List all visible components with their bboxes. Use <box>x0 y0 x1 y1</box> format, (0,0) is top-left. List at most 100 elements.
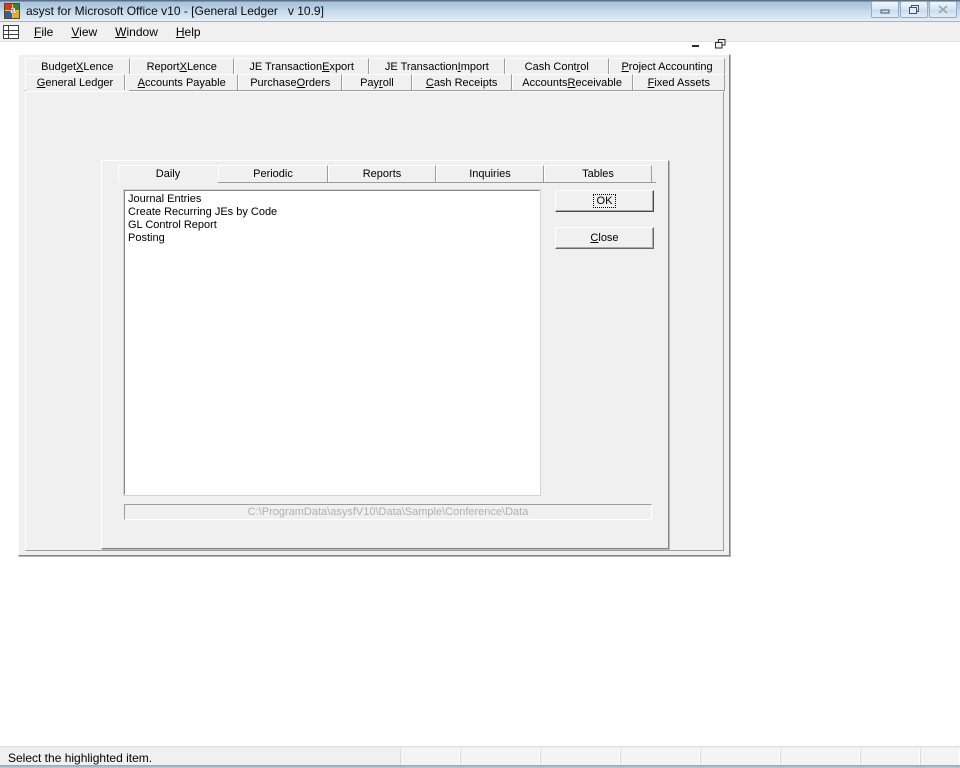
ok-button[interactable]: OK <box>555 190 654 212</box>
menu-help-acc: H <box>175 24 185 39</box>
data-path-field: C:\ProgramData\asysfV10\Data\Sample\Conf… <box>124 504 652 520</box>
close-button[interactable] <box>929 1 957 18</box>
tab-je-export-post: xport <box>329 60 354 73</box>
grid-icon[interactable] <box>3 24 19 39</box>
tab-cash-control-pre: Cash Cont <box>524 60 577 73</box>
status-bar: Select the highlighted item. <box>0 746 960 768</box>
close-dialog-button[interactable]: Close <box>555 227 654 249</box>
tab-report-xlence-acc: X <box>179 60 187 73</box>
tab-accounts-payable[interactable]: Accounts Payable <box>125 74 239 90</box>
menu-help-post: elp <box>184 24 201 39</box>
tab-payroll-post: oll <box>382 76 394 89</box>
menu-item-help[interactable]: Help <box>167 23 210 41</box>
menu-view-acc: V <box>71 24 80 39</box>
tab-reports-label: Reports <box>362 168 402 180</box>
mdi-minimize-button[interactable] <box>689 37 703 51</box>
tab-po-pre: Purchase <box>250 76 297 89</box>
tab-payroll-pre: Pay <box>360 76 380 89</box>
tab-budget-xlence-acc: X <box>76 60 84 73</box>
window-controls <box>871 1 957 18</box>
tab-je-export-acc: E <box>322 60 330 73</box>
tab-ar-pre: Accounts <box>522 76 568 89</box>
tab-report-xlence-post: Lence <box>186 60 217 73</box>
tab-report-xlence-pre: Report <box>146 60 180 73</box>
restore-button[interactable] <box>900 1 928 18</box>
window-title: asyst for Microsoft Office v10 - [Genera… <box>26 3 324 18</box>
app-icon[interactable]: a <box>4 2 20 19</box>
tab-ar-acc: R <box>567 76 576 89</box>
restore-icon <box>909 5 919 14</box>
list-item[interactable]: GL Control Report <box>128 219 539 232</box>
menu-file-post: ile <box>41 24 54 39</box>
tab-je-import-pre: JE Transaction <box>384 60 458 73</box>
tab-je-transaction-import[interactable]: JE Transaction Import <box>369 58 505 74</box>
minimize-icon <box>692 45 699 47</box>
tab-periodic-label: Periodic <box>253 168 293 180</box>
function-tab-strip: Daily Periodic Reports Inquiries Tables <box>118 165 656 183</box>
module-tab-row-1: Budget X Lence Report X Lence JE Transacti… <box>25 58 726 74</box>
tab-reports[interactable]: Reports <box>328 165 436 182</box>
tab-budget-xlence-post: Lence <box>83 60 114 73</box>
tab-daily[interactable]: Daily <box>118 165 218 182</box>
mdi-client-area: Budget X Lence Report X Lence JE Transacti… <box>0 39 960 746</box>
module-content-panel: Daily Periodic Reports Inquiries Tables <box>25 91 724 551</box>
tab-accounts-receivable[interactable]: Accounts Receivable <box>511 74 633 90</box>
tab-ap-acc: A <box>137 76 145 89</box>
ok-label-text: OK <box>596 195 613 207</box>
tab-cr-post: ash Receipts <box>433 76 498 89</box>
tab-report-xlence[interactable]: Report X Lence <box>129 58 234 74</box>
menu-view-post: iew <box>79 24 98 39</box>
ok-button-label: OK <box>592 194 617 208</box>
mdi-child-window: Budget X Lence Report X Lence JE Transacti… <box>18 39 730 556</box>
tab-budget-xlence-pre: Budget <box>41 60 77 73</box>
function-tab-row: Daily Periodic Reports Inquiries Tables <box>118 165 656 182</box>
tab-je-transaction-export[interactable]: JE Transaction Export <box>234 58 370 74</box>
tab-cash-control[interactable]: Cash Cont r ol <box>504 58 609 74</box>
menu-bar: File View Window Help <box>0 22 960 42</box>
tab-inquiries[interactable]: Inquiries <box>436 165 544 182</box>
title-bar: a asyst for Microsoft Office v10 - [Gene… <box>0 0 960 22</box>
minimize-button[interactable] <box>871 1 899 18</box>
tab-je-import-post: mport <box>460 60 489 73</box>
tab-tables-label: Tables <box>582 168 614 180</box>
menu-item-window[interactable]: Window <box>106 23 167 41</box>
data-path-value: C:\ProgramData\asysfV10\Data\Sample\Conf… <box>247 506 529 518</box>
tab-project-acct-acc: P <box>621 60 629 73</box>
list-item[interactable]: Posting <box>128 232 539 245</box>
tab-fa-acc: F <box>647 76 655 89</box>
dialog-body: Journal Entries Create Recurring JEs by … <box>118 182 656 542</box>
app-icon-letter: a <box>10 4 16 16</box>
close-button-label: Close <box>590 232 618 244</box>
tab-tables[interactable]: Tables <box>544 165 652 182</box>
menu-item-view[interactable]: View <box>62 23 106 41</box>
mdi-child-controls <box>689 35 727 53</box>
tab-general-ledger-acc: G <box>36 76 46 89</box>
tab-project-accounting[interactable]: Project Accounting <box>609 58 726 74</box>
menu-window-acc: W <box>115 24 127 39</box>
close-post: lose <box>598 232 619 244</box>
status-message: Select the highlighted item. <box>8 750 153 765</box>
tab-periodic[interactable]: Periodic <box>218 165 328 182</box>
tab-budget-xlence[interactable]: Budget X Lence <box>25 58 130 74</box>
module-tab-row-2: General Ledger Accounts Payable Purchase… <box>25 74 725 90</box>
tab-cash-control-post: ol <box>580 60 589 73</box>
module-tab-strip: Budget X Lence Report X Lence JE Transacti… <box>25 58 726 91</box>
tab-po-acc: O <box>296 76 306 89</box>
menu-item-file[interactable]: File <box>25 23 62 41</box>
tab-ar-post: eceivable <box>575 76 622 89</box>
tab-general-ledger[interactable]: General Ledger <box>25 74 125 90</box>
tab-fixed-assets[interactable]: Fixed Assets <box>632 74 725 90</box>
tab-payroll[interactable]: Pay r oll <box>342 74 412 90</box>
close-icon <box>938 5 948 14</box>
tab-daily-label: Daily <box>155 168 181 180</box>
function-listbox[interactable]: Journal Entries Create Recurring JEs by … <box>123 189 541 496</box>
minimize-icon <box>880 9 890 14</box>
menu-selection-dialog: Daily Periodic Reports Inquiries Tables <box>101 160 669 549</box>
mdi-restore-button[interactable] <box>713 37 727 51</box>
tab-inquiries-label: Inquiries <box>469 168 511 180</box>
tab-po-post: rders <box>305 76 331 89</box>
tab-purchase-orders[interactable]: Purchase Orders <box>238 74 343 90</box>
tab-cash-receipts[interactable]: Cash Receipts <box>411 74 512 90</box>
list-item[interactable]: Create Recurring JEs by Code <box>128 206 539 219</box>
list-item[interactable]: Journal Entries <box>128 193 539 206</box>
